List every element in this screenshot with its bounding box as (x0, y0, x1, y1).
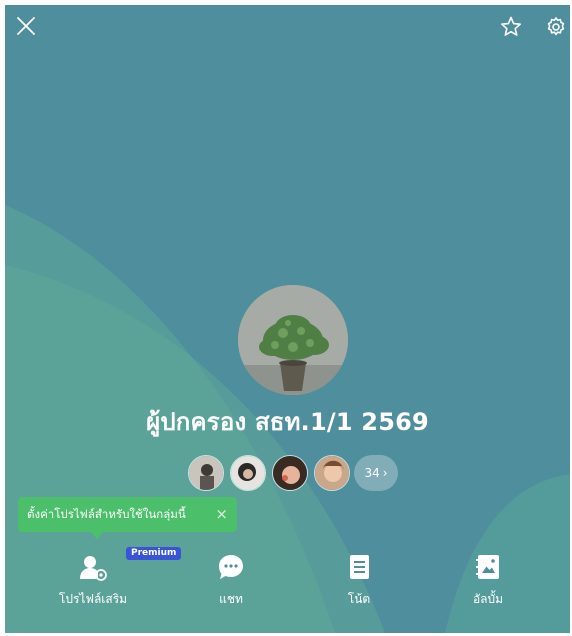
note-icon (344, 552, 374, 582)
member-avatar[interactable] (188, 455, 224, 491)
note-button[interactable]: โน้ต (304, 550, 414, 612)
album-label: อัลบั้ม (472, 592, 504, 606)
album-icon (473, 552, 503, 582)
member-avatar[interactable] (272, 455, 308, 491)
member-avatar[interactable] (230, 455, 266, 491)
chat-icon (216, 552, 246, 582)
tooltip-arrow (91, 532, 103, 539)
tooltip-close-icon[interactable]: × (215, 497, 228, 532)
member-avatar[interactable] (314, 455, 350, 491)
favorite-button[interactable] (499, 15, 523, 39)
member-count: 34 (364, 466, 380, 480)
settings-button[interactable] (544, 15, 568, 39)
close-icon (17, 17, 35, 35)
group-avatar[interactable] (238, 285, 348, 395)
album-button[interactable]: อัลบั้ม (433, 550, 543, 612)
star-icon (501, 16, 521, 36)
chevron-right-icon: › (382, 466, 388, 480)
note-label: โน้ต (347, 592, 371, 606)
action-bar: Premium โปรไฟล์เสริม แชท โน้ต อัลบั้ม (5, 547, 570, 620)
profile-tooltip[interactable]: ตั้งค่าโปรไฟล์สำหรับใช้ในกลุ่มนี้ × (18, 497, 237, 532)
gear-icon (547, 17, 565, 36)
extra-profile-button[interactable]: Premium โปรไฟล์เสริม (38, 547, 182, 612)
more-members-button[interactable]: 34 › (354, 455, 398, 491)
premium-badge: Premium (126, 547, 182, 560)
extra-profile-label: โปรไฟล์เสริม (58, 592, 128, 606)
group-name: ผู้ปกครอง สธท.1/1 2569 (146, 408, 429, 436)
chat-label: แชท (219, 592, 243, 606)
plant-image (238, 285, 348, 395)
profile-settings-icon (78, 552, 108, 582)
chat-button[interactable]: แชท (176, 550, 286, 612)
close-button[interactable] (15, 15, 37, 37)
tooltip-text: ตั้งค่าโปรไฟล์สำหรับใช้ในกลุ่มนี้ (27, 507, 186, 521)
group-profile-screen: ผู้ปกครอง สธท.1/1 2569 34 › ตั้งค่าโปรไฟ… (5, 5, 570, 633)
